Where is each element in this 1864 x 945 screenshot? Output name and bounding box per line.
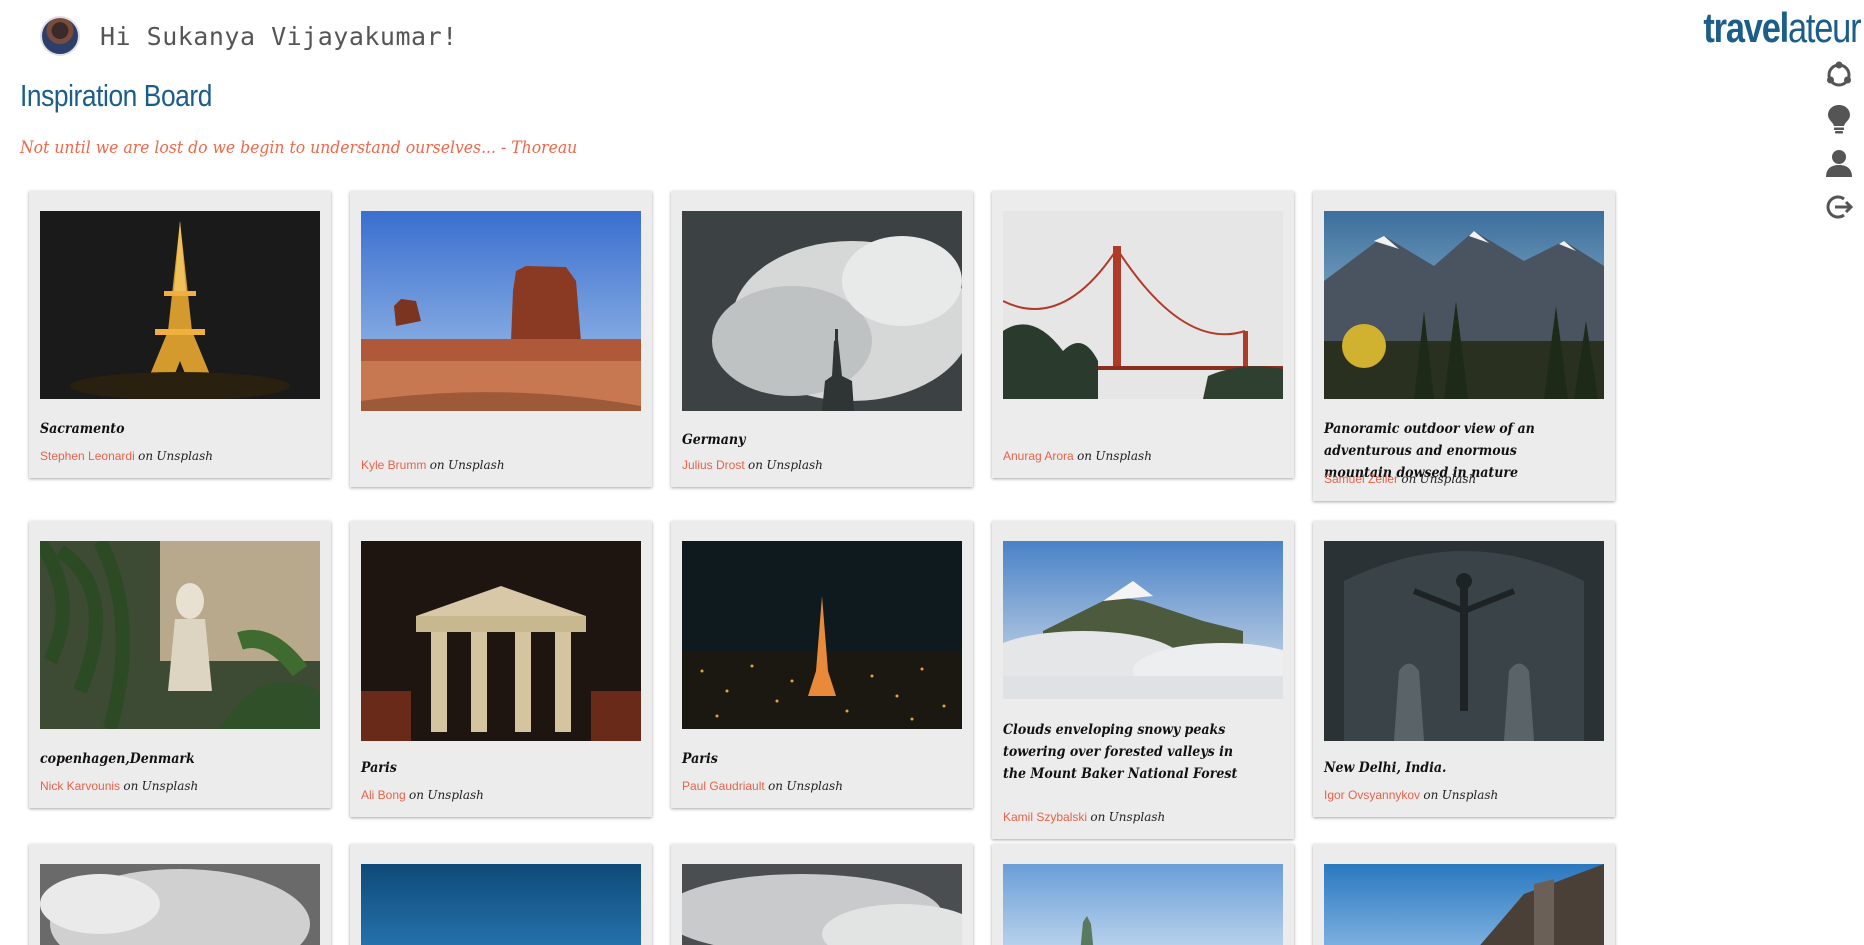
inspiration-card[interactable]	[671, 844, 973, 945]
inspiration-card[interactable]: New Delhi, India. Igor Ovsyannykov on Un…	[1313, 521, 1615, 817]
site-link[interactable]: Unsplash	[766, 458, 823, 472]
on-text: on	[1090, 810, 1106, 824]
author-link[interactable]: Igor Ovsyannykov	[1324, 788, 1420, 802]
card-caption: New Delhi, India.	[1324, 760, 1447, 776]
inspiration-card[interactable]: Panoramic outdoor view of an adventurous…	[1313, 191, 1615, 501]
author-link[interactable]: Julius Drost	[682, 458, 745, 472]
site-link[interactable]: Unsplash	[1442, 788, 1499, 802]
on-text: on	[1077, 449, 1093, 463]
on-text: on	[138, 449, 154, 463]
author-link[interactable]: Stephen Leonardi	[40, 449, 135, 463]
author-link[interactable]: Ali Bong	[361, 788, 406, 802]
inspiration-card[interactable]: Kyle Brumm on Unsplash	[350, 191, 652, 487]
photo-eiffel-tower-night[interactable]	[40, 211, 320, 399]
card-credit: Julius Drost on Unsplash	[682, 458, 823, 472]
inspiration-card[interactable]	[992, 844, 1294, 945]
author-link[interactable]: Anurag Arora	[1003, 449, 1074, 463]
on-text: on	[748, 458, 763, 472]
photo-mountain-panorama[interactable]	[1324, 211, 1604, 399]
card-caption: Paris	[682, 751, 718, 767]
card-credit: Samuel Zeller on Unsplash	[1324, 472, 1476, 486]
inspiration-card[interactable]: Germany Julius Drost on Unsplash	[671, 191, 973, 487]
site-link[interactable]: Unsplash	[1109, 810, 1166, 824]
card-caption: Germany	[682, 432, 746, 448]
photo-monument-valley[interactable]	[361, 211, 641, 411]
on-text: on	[409, 788, 424, 802]
card-caption: Clouds enveloping snowy peaks towering o…	[1003, 722, 1238, 782]
card-caption: copenhagen,Denmark	[40, 751, 195, 767]
author-link[interactable]: Nick Karvounis	[40, 779, 120, 793]
brand-logo-part1: travel	[1703, 4, 1789, 51]
card-credit: Stephen Leonardi on Unsplash	[40, 449, 213, 463]
profile-icon[interactable]	[1822, 146, 1856, 180]
author-link[interactable]: Paul Gaudriault	[682, 779, 765, 793]
photo-statue-of-liberty-clouds[interactable]	[682, 211, 962, 411]
inspiration-card[interactable]	[1313, 844, 1615, 945]
photo-partial[interactable]	[1324, 864, 1604, 945]
card-credit: Anurag Arora on Unsplash	[1003, 449, 1152, 463]
site-link[interactable]: Unsplash	[156, 449, 213, 463]
inspiration-card[interactable]	[29, 844, 331, 945]
on-text: on	[429, 458, 445, 472]
photo-partial[interactable]	[1003, 864, 1283, 945]
page-title: Inspiration Board	[20, 78, 212, 113]
site-link[interactable]: Unsplash	[142, 779, 199, 793]
greeting-text: Hi Sukanya Vijayakumar!	[100, 21, 458, 51]
site-link[interactable]: Unsplash	[1095, 449, 1152, 463]
inspiration-card[interactable]: Clouds enveloping snowy peaks towering o…	[992, 521, 1294, 839]
photo-paris-temple[interactable]	[361, 541, 641, 741]
explore-icon[interactable]	[1822, 58, 1856, 92]
photo-garden-statue[interactable]	[40, 541, 320, 729]
card-credit: Paul Gaudriault on Unsplash	[682, 779, 843, 793]
brand-logo[interactable]: travelateur	[1703, 4, 1862, 52]
user-greeting: Hi Sukanya Vijayakumar!	[40, 16, 458, 56]
photo-new-delhi-sculpture[interactable]	[1324, 541, 1604, 741]
site-link[interactable]: Unsplash	[786, 779, 843, 793]
card-credit: Kyle Brumm on Unsplash	[361, 458, 505, 472]
inspiration-card[interactable]: Paris Ali Bong on Unsplash	[350, 521, 652, 817]
inspiration-card[interactable]: Anurag Arora on Unsplash	[992, 191, 1294, 478]
lightbulb-icon[interactable]	[1822, 102, 1856, 136]
card-caption: Sacramento	[40, 421, 125, 437]
author-link[interactable]: Kamil Szybalski	[1003, 810, 1087, 824]
on-text: on	[768, 779, 784, 793]
inspiration-card[interactable]: Paris Paul Gaudriault on Unsplash	[671, 521, 973, 808]
photo-golden-gate-bridge[interactable]	[1003, 211, 1283, 399]
inspiration-card[interactable]: Sacramento Stephen Leonardi on Unsplash	[29, 191, 331, 478]
card-credit: Nick Karvounis on Unsplash	[40, 779, 198, 793]
photo-mount-baker-clouds[interactable]	[1003, 541, 1283, 699]
brand-logo-part2: ateur	[1787, 4, 1862, 51]
author-link[interactable]: Samuel Zeller	[1324, 472, 1398, 486]
card-credit: Kamil Szybalski on Unsplash	[1003, 810, 1165, 824]
photo-partial[interactable]	[361, 864, 641, 945]
card-credit: Ali Bong on Unsplash	[361, 788, 484, 802]
card-credit: Igor Ovsyannykov on Unsplash	[1324, 788, 1498, 802]
avatar[interactable]	[40, 16, 80, 56]
on-text: on	[1423, 788, 1439, 802]
site-link[interactable]: Unsplash	[427, 788, 484, 802]
inspiration-card[interactable]	[350, 844, 652, 945]
on-text: on	[123, 779, 139, 793]
inspiration-card[interactable]: copenhagen,Denmark Nick Karvounis on Uns…	[29, 521, 331, 808]
on-text: on	[1401, 472, 1417, 486]
author-link[interactable]: Kyle Brumm	[361, 458, 426, 472]
photo-paris-night[interactable]	[682, 541, 962, 729]
site-link[interactable]: Unsplash	[1420, 472, 1477, 486]
logout-icon[interactable]	[1822, 190, 1856, 224]
card-caption: Paris	[361, 760, 397, 776]
photo-partial[interactable]	[40, 864, 320, 945]
site-link[interactable]: Unsplash	[448, 458, 505, 472]
inspiration-quote: Not until we are lost do we begin to und…	[20, 138, 578, 158]
photo-partial[interactable]	[682, 864, 962, 945]
side-nav	[1822, 58, 1856, 224]
